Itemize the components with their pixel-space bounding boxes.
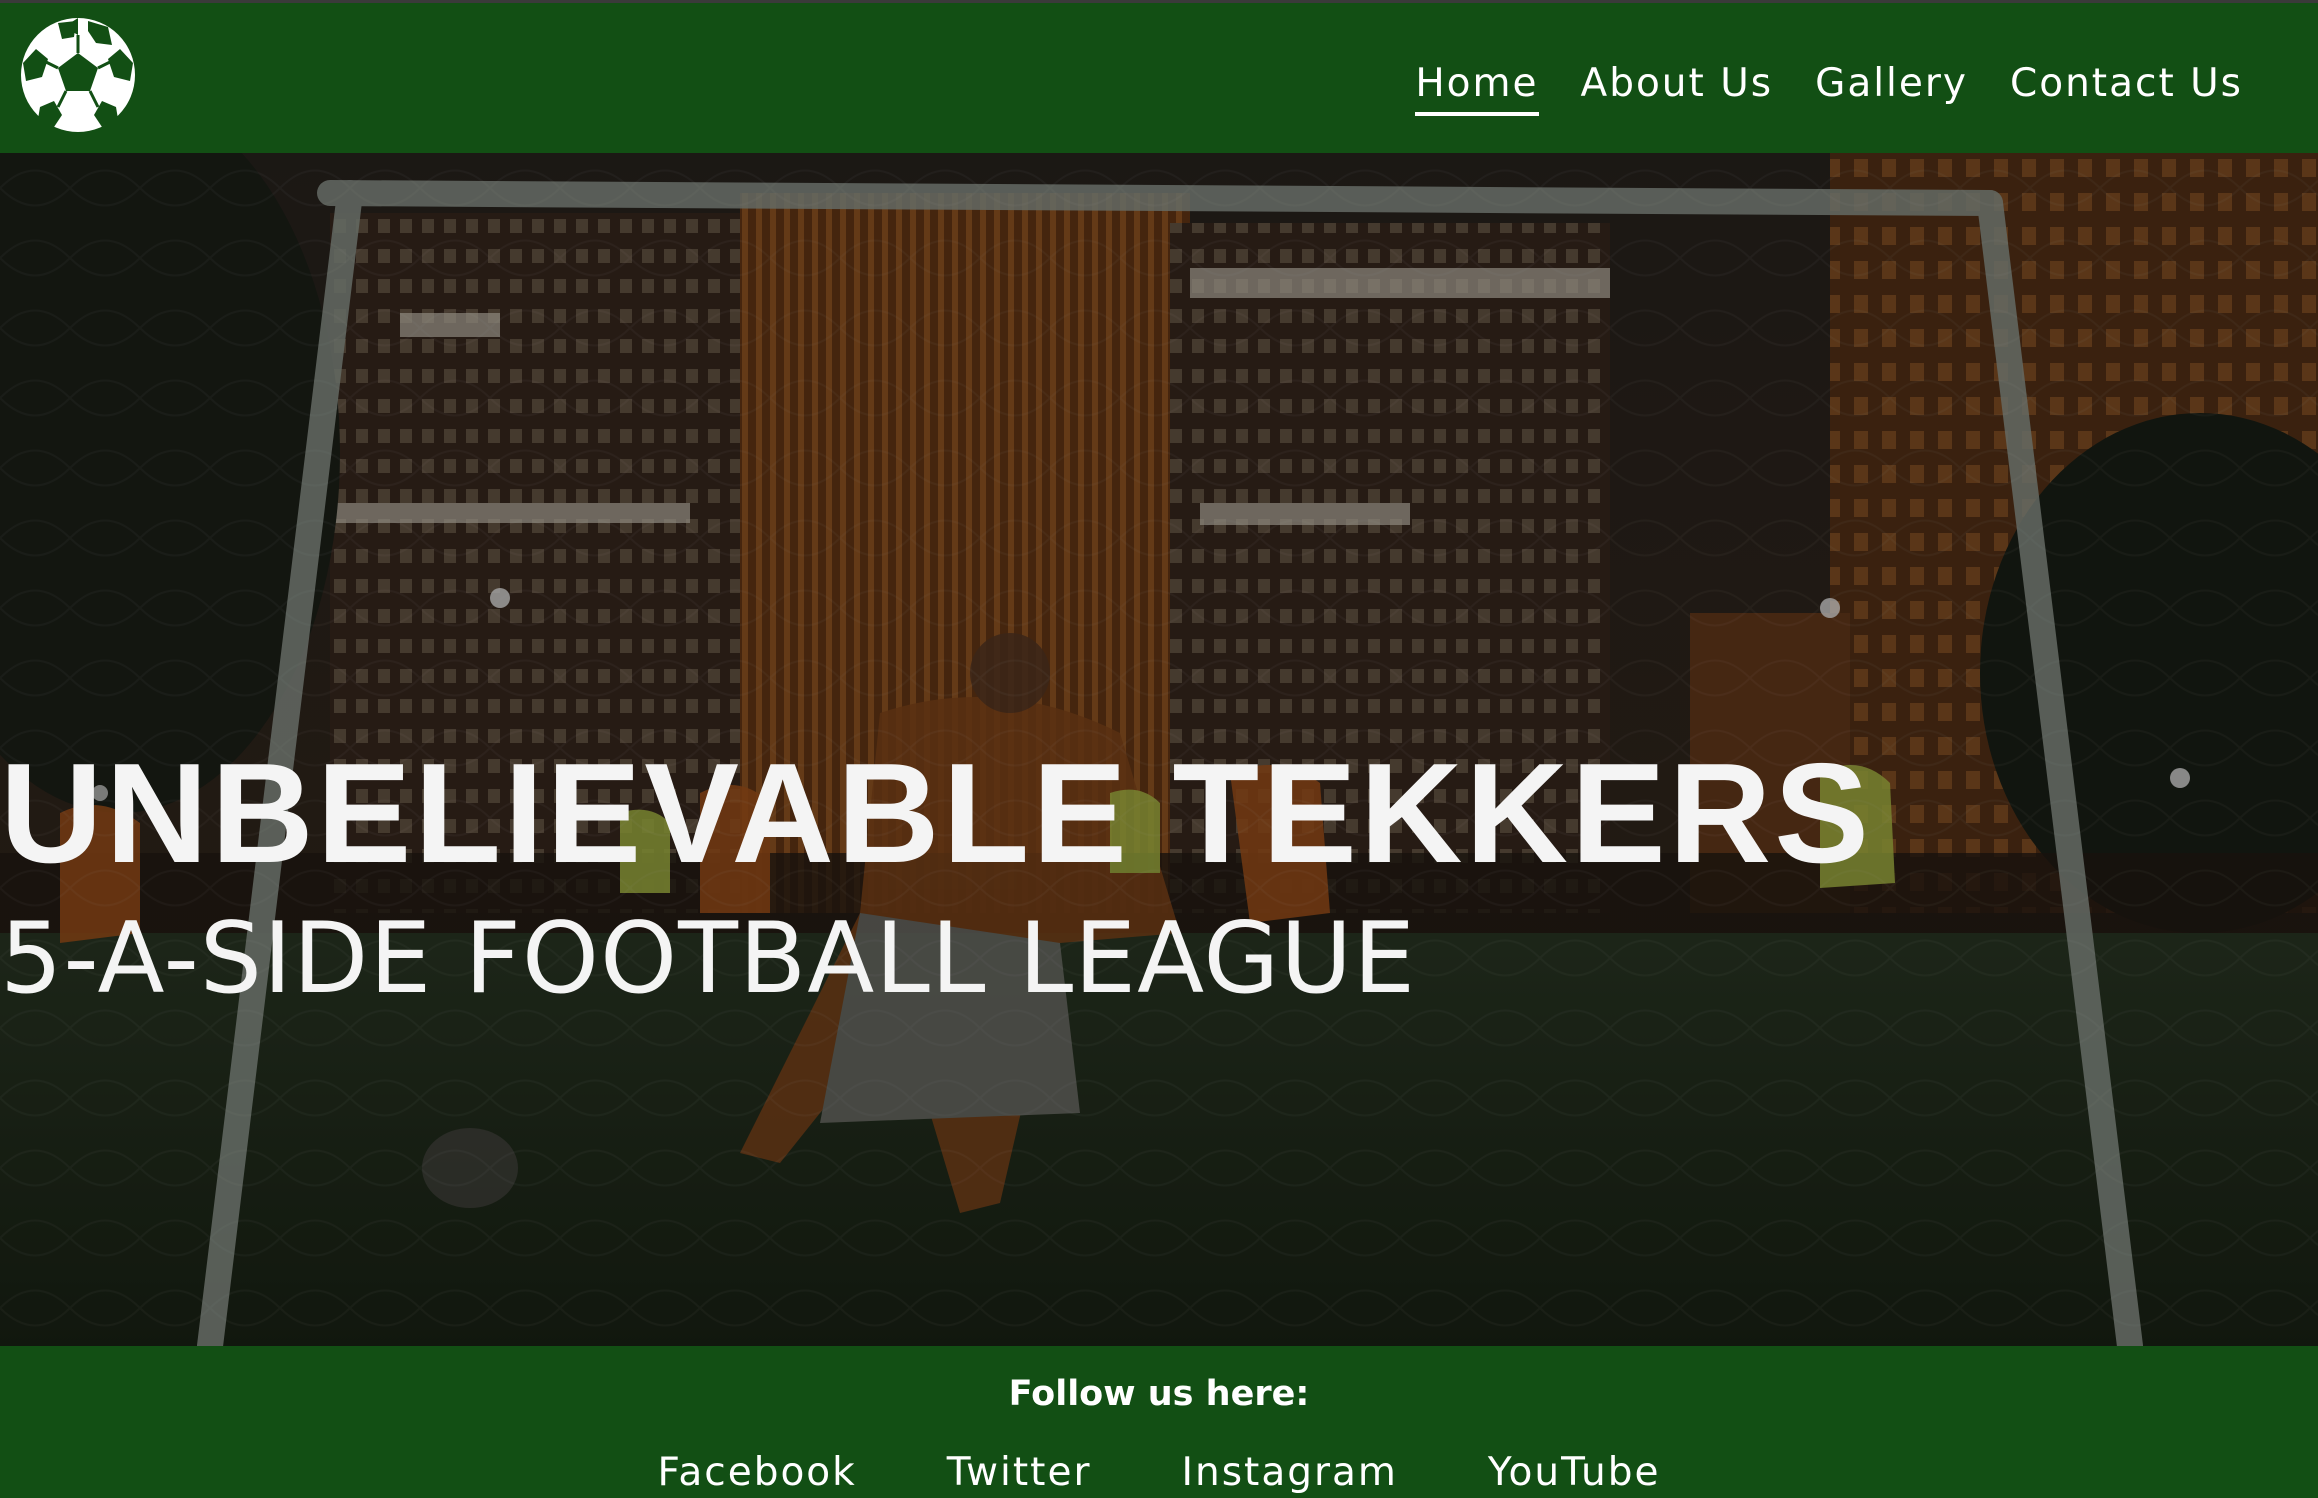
facebook-link[interactable]: Facebook <box>658 1450 857 1495</box>
soccer-ball-icon[interactable] <box>18 15 138 135</box>
main-nav: Home About Us Gallery Contact Us <box>1415 61 2243 116</box>
follow-us-label: Follow us here: <box>1008 1374 1310 1414</box>
hero-section: UNBELIEVABLE TEKKERS 5-A-SIDE FOOTBALL L… <box>0 153 2318 1346</box>
youtube-link[interactable]: YouTube <box>1488 1450 1661 1495</box>
nav-home-link[interactable]: Home <box>1415 61 1539 116</box>
navbar: Home About Us Gallery Contact Us <box>0 3 2318 153</box>
footer: Follow us here: Facebook Twitter Instagr… <box>0 1346 2318 1498</box>
page: Home About Us Gallery Contact Us UNBELIE… <box>0 0 2318 1498</box>
twitter-link[interactable]: Twitter <box>947 1450 1092 1495</box>
hero-title: UNBELIEVABLE TEKKERS <box>0 734 1872 893</box>
nav-about-link[interactable]: About Us <box>1581 61 1774 116</box>
instagram-link[interactable]: Instagram <box>1181 1450 1397 1495</box>
hero-subtitle: 5-A-SIDE FOOTBALL LEAGUE <box>0 902 1417 1016</box>
social-links: Facebook Twitter Instagram YouTube <box>0 1450 2318 1495</box>
nav-gallery-link[interactable]: Gallery <box>1815 61 1968 116</box>
nav-contact-link[interactable]: Contact Us <box>2010 61 2243 116</box>
